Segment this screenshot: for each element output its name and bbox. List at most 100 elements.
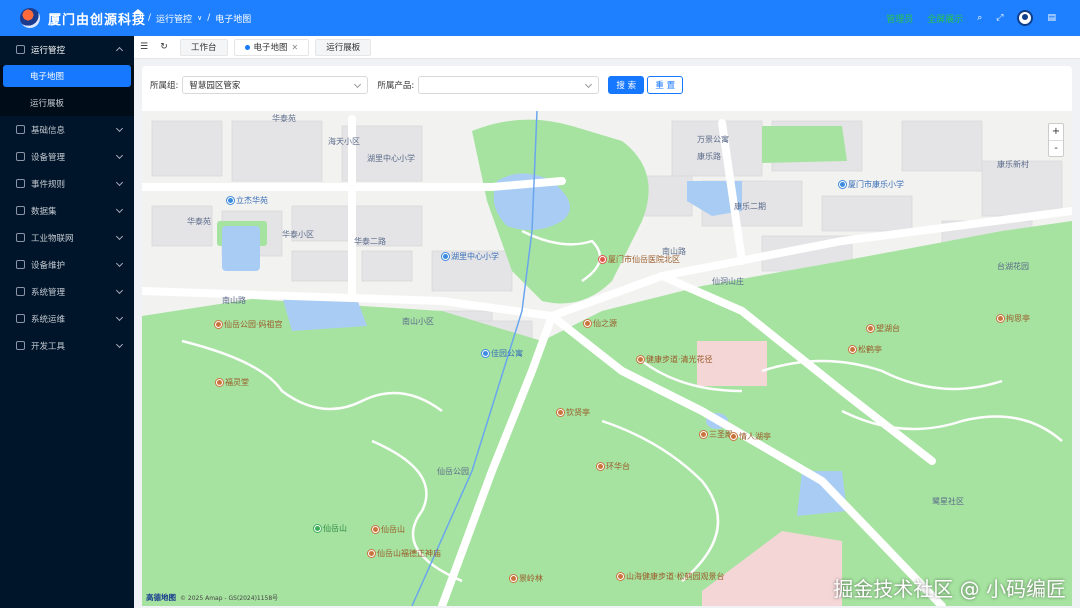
search-icon[interactable]: ⌕: [977, 13, 982, 23]
sidebar-item-iot[interactable]: 工业物联网: [0, 224, 134, 251]
sidebar-item-map[interactable]: 电子地图: [3, 65, 131, 87]
chevron-down-icon: [115, 340, 124, 349]
sidebar-item-runtime[interactable]: 运行管控: [0, 36, 134, 63]
tool-icon: [16, 341, 25, 350]
map-label: 华泰苑: [272, 114, 296, 123]
product-label: 所属产品:: [377, 81, 415, 91]
refresh-icon[interactable]: ↻: [154, 42, 174, 52]
map-poi[interactable]: 钦贤亭: [557, 407, 590, 418]
map-poi[interactable]: 福灵堂: [216, 377, 249, 388]
sidebar-item-dashboard[interactable]: 运行展板: [0, 89, 134, 116]
zoom-in-button[interactable]: +: [1049, 124, 1063, 141]
map-poi[interactable]: 松鹤亭: [849, 344, 882, 355]
product-select[interactable]: [418, 76, 600, 94]
poi-pin-icon: [557, 409, 564, 416]
map-label: 仙岳公园: [437, 467, 469, 476]
map-poi[interactable]: 拘思亭: [997, 313, 1030, 324]
map-poi[interactable]: 厦门市康乐小学: [839, 179, 904, 190]
map-poi[interactable]: 望湖台: [867, 323, 900, 334]
breadcrumb: / 运行管控 ∨ / 电子地图: [132, 0, 251, 36]
poi-pin-icon: [372, 526, 379, 533]
active-dot-icon: [244, 44, 250, 50]
sidebar-item-dev[interactable]: 开发工具: [0, 332, 134, 359]
sidebar-item-dataset[interactable]: 数据集: [0, 197, 134, 224]
sidebar-submenu: 电子地图 运行展板: [0, 65, 134, 116]
map-label: 南山路: [222, 296, 246, 305]
tab-dashboard[interactable]: 运行展板: [315, 38, 372, 56]
school-pin-icon: [839, 181, 846, 188]
group-select[interactable]: 智慧园区管家: [182, 76, 369, 94]
watermark: 掘金技术社区 @ 小码编匠: [833, 577, 1066, 601]
map-label: 湖里中心小学: [367, 154, 415, 163]
map-poi[interactable]: 仙之源: [584, 318, 617, 329]
sidebar-item-rules[interactable]: 事件规则: [0, 170, 134, 197]
map-view[interactable]: 华泰苑 海天小区 湖里中心小学 华泰二路 华泰苑 华泰小区 南山小区 南山路 仙…: [142, 111, 1072, 606]
map-label: 康乐二期: [734, 202, 766, 211]
group-label: 所属组:: [150, 81, 179, 91]
poi-pin-icon: [584, 320, 591, 327]
map-poi[interactable]: 环华台: [597, 461, 630, 472]
info-icon: [16, 125, 25, 134]
content-panel: 所属组: 智慧园区管家 所属产品: 搜 索 重 置 华泰苑 海天小区 湖里中心小…: [142, 66, 1072, 606]
map-poi[interactable]: 仙岳山: [372, 524, 405, 535]
sidebar-item-device[interactable]: 设备管理: [0, 143, 134, 170]
map-poi[interactable]: 厦门市仙岳医院北区: [599, 254, 680, 265]
chevron-down-icon: [115, 124, 124, 133]
home-icon[interactable]: [132, 9, 144, 22]
chevron-down-icon: [354, 80, 362, 89]
reset-button[interactable]: 重 置: [647, 76, 684, 94]
map-attribution: 高德地图 © 2025 Amap - GS(2024)1158号: [146, 593, 279, 602]
iot-icon: [16, 233, 25, 242]
menu-fold-icon[interactable]: ☰: [134, 42, 154, 52]
poi-pin-icon: [700, 431, 707, 438]
fullscreen-link[interactable]: 全屏展示: [927, 12, 963, 25]
map-poi[interactable]: 情人湖亭: [730, 431, 771, 442]
map-label: 鹭星社区: [932, 497, 964, 506]
map-label: 台湖花园: [997, 262, 1029, 271]
zoom-control: + -: [1048, 123, 1064, 157]
chevron-down-icon[interactable]: ∨: [197, 14, 202, 22]
avatar[interactable]: [1017, 10, 1034, 26]
breadcrumb-item[interactable]: 运行管控: [156, 12, 192, 25]
expand-icon[interactable]: ⤢: [996, 13, 1003, 23]
device-icon: [16, 152, 25, 161]
sidebar-item-ops[interactable]: 系统运维: [0, 305, 134, 332]
map-poi[interactable]: 三圣殿: [700, 429, 733, 440]
map-poi[interactable]: 佳园公寓: [482, 348, 523, 359]
poi-pin-icon: [597, 463, 604, 470]
map-poi[interactable]: 仙岳山福德正神庙: [368, 548, 441, 559]
header-tools: 管理员 全屏展示 ⌕ ⤢ ▤: [886, 0, 1080, 36]
poi-pin-icon: [617, 573, 624, 580]
sidebar-item-maintain[interactable]: 设备维护: [0, 251, 134, 278]
close-icon[interactable]: ✕: [292, 43, 299, 52]
dataset-icon: [16, 206, 25, 215]
shield-icon: [16, 260, 25, 269]
map-poi[interactable]: 仙岳公园·妈祖宫: [215, 319, 283, 330]
search-button[interactable]: 搜 索: [608, 76, 645, 94]
sidebar-item-system[interactable]: 系统管理: [0, 278, 134, 305]
map-label: 万景公寓: [697, 135, 729, 144]
chevron-down-icon: [115, 313, 124, 322]
brand-logo: [20, 8, 40, 28]
map-poi[interactable]: 山海健康步道·松鹤园观景台: [617, 571, 725, 582]
map-poi[interactable]: 立杰华苑: [227, 195, 268, 206]
map-poi[interactable]: 仙岳山: [314, 523, 347, 534]
settings-icon[interactable]: ▤: [1047, 13, 1056, 23]
building-pin-icon: [227, 197, 234, 204]
map-poi[interactable]: 景岭林: [510, 573, 543, 584]
school-pin-icon: [442, 253, 449, 260]
poi-pin-icon: [215, 321, 222, 328]
map-poi[interactable]: 健康步道·清光花径: [637, 354, 713, 365]
tab-map[interactable]: 电子地图 ✕: [233, 38, 310, 56]
hospital-pin-icon: [599, 256, 606, 263]
tab-workbench[interactable]: 工作台: [180, 38, 228, 56]
zoom-out-button[interactable]: -: [1049, 141, 1063, 157]
chevron-down-icon: [115, 205, 124, 214]
poi-pin-icon: [730, 433, 737, 440]
map-poi[interactable]: 湖里中心小学: [442, 251, 499, 262]
sidebar-item-basic[interactable]: 基础信息: [0, 116, 134, 143]
amap-logo: 高德地图: [146, 593, 176, 602]
poi-pin-icon: [637, 356, 644, 363]
map-label: 康乐路: [697, 152, 721, 161]
map-label: 华泰苑: [187, 217, 211, 226]
